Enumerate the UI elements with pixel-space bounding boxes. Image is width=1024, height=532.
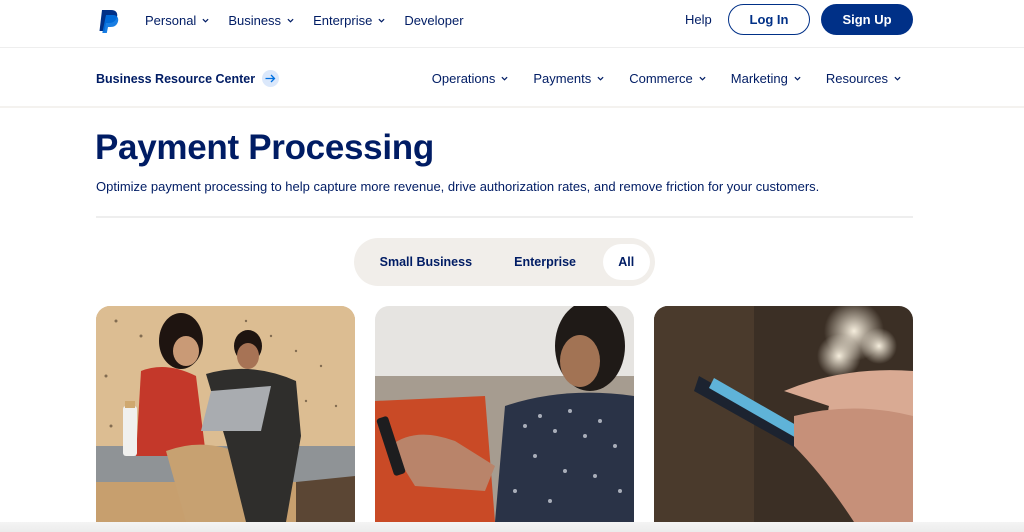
woman-with-phone-image — [375, 306, 634, 522]
nav-developer-label: Developer — [404, 12, 464, 28]
signup-button[interactable]: Sign Up — [821, 4, 913, 35]
nav-business-label: Business — [228, 12, 282, 28]
page-subtitle: Optimize payment processing to help capt… — [96, 179, 820, 194]
hand-smartphone-image — [654, 306, 913, 522]
login-button[interactable]: Log In — [728, 4, 810, 35]
subnav-operations[interactable]: Operations — [432, 71, 509, 86]
article-card[interactable] — [96, 306, 355, 532]
chevron-down-icon — [378, 18, 385, 23]
page-title: Payment Processing — [95, 128, 434, 167]
nav-enterprise-label: Enterprise — [313, 12, 373, 28]
two-women-laptop-image — [96, 306, 355, 522]
nav-personal-label: Personal — [145, 12, 197, 28]
chevron-down-icon — [287, 18, 294, 23]
business-resource-center-label: Business Resource Center — [96, 71, 256, 86]
page-bottom-edge — [0, 522, 1024, 532]
primary-nav: Personal Business Enterprise Developer — [145, 0, 483, 40]
chevron-down-icon — [597, 76, 604, 81]
help-link[interactable]: Help — [685, 12, 712, 27]
subnav-payments[interactable]: Payments — [533, 71, 604, 86]
article-card[interactable] — [375, 306, 634, 532]
subnav-resources[interactable]: Resources — [826, 71, 901, 86]
chevron-down-icon — [501, 76, 508, 81]
subnav-marketing[interactable]: Marketing — [731, 71, 801, 86]
business-resource-center-link[interactable]: Business Resource Center — [96, 70, 280, 87]
filter-enterprise[interactable]: Enterprise — [488, 244, 603, 280]
article-card[interactable] — [654, 306, 913, 532]
chevron-down-icon — [699, 76, 706, 81]
paypal-logo-icon[interactable] — [98, 9, 120, 33]
chevron-down-icon — [894, 76, 901, 81]
nav-developer[interactable]: Developer — [404, 13, 463, 28]
subnav-marketing-label: Marketing — [730, 71, 788, 86]
subnav-commerce-label: Commerce — [629, 71, 693, 86]
subnav-resources-label: Resources — [825, 71, 888, 86]
chevron-down-icon — [202, 18, 209, 23]
audience-filter: Small Business Enterprise All — [354, 238, 655, 286]
top-nav: Personal Business Enterprise Developer H… — [0, 0, 1024, 48]
resource-nav: Operations Payments Commerce Marketing R… — [407, 49, 901, 108]
arrow-right-icon — [262, 70, 280, 87]
divider — [96, 216, 913, 218]
filter-small-business[interactable]: Small Business — [364, 244, 488, 280]
nav-personal[interactable]: Personal — [145, 13, 209, 28]
sub-nav: Business Resource Center Operations Paym… — [0, 49, 1024, 108]
nav-enterprise[interactable]: Enterprise — [313, 13, 385, 28]
filter-all[interactable]: All — [602, 244, 650, 280]
chevron-down-icon — [794, 76, 801, 81]
subnav-operations-label: Operations — [431, 71, 496, 86]
nav-business[interactable]: Business — [228, 13, 294, 28]
subnav-commerce[interactable]: Commerce — [629, 71, 706, 86]
subnav-payments-label: Payments — [533, 71, 592, 86]
